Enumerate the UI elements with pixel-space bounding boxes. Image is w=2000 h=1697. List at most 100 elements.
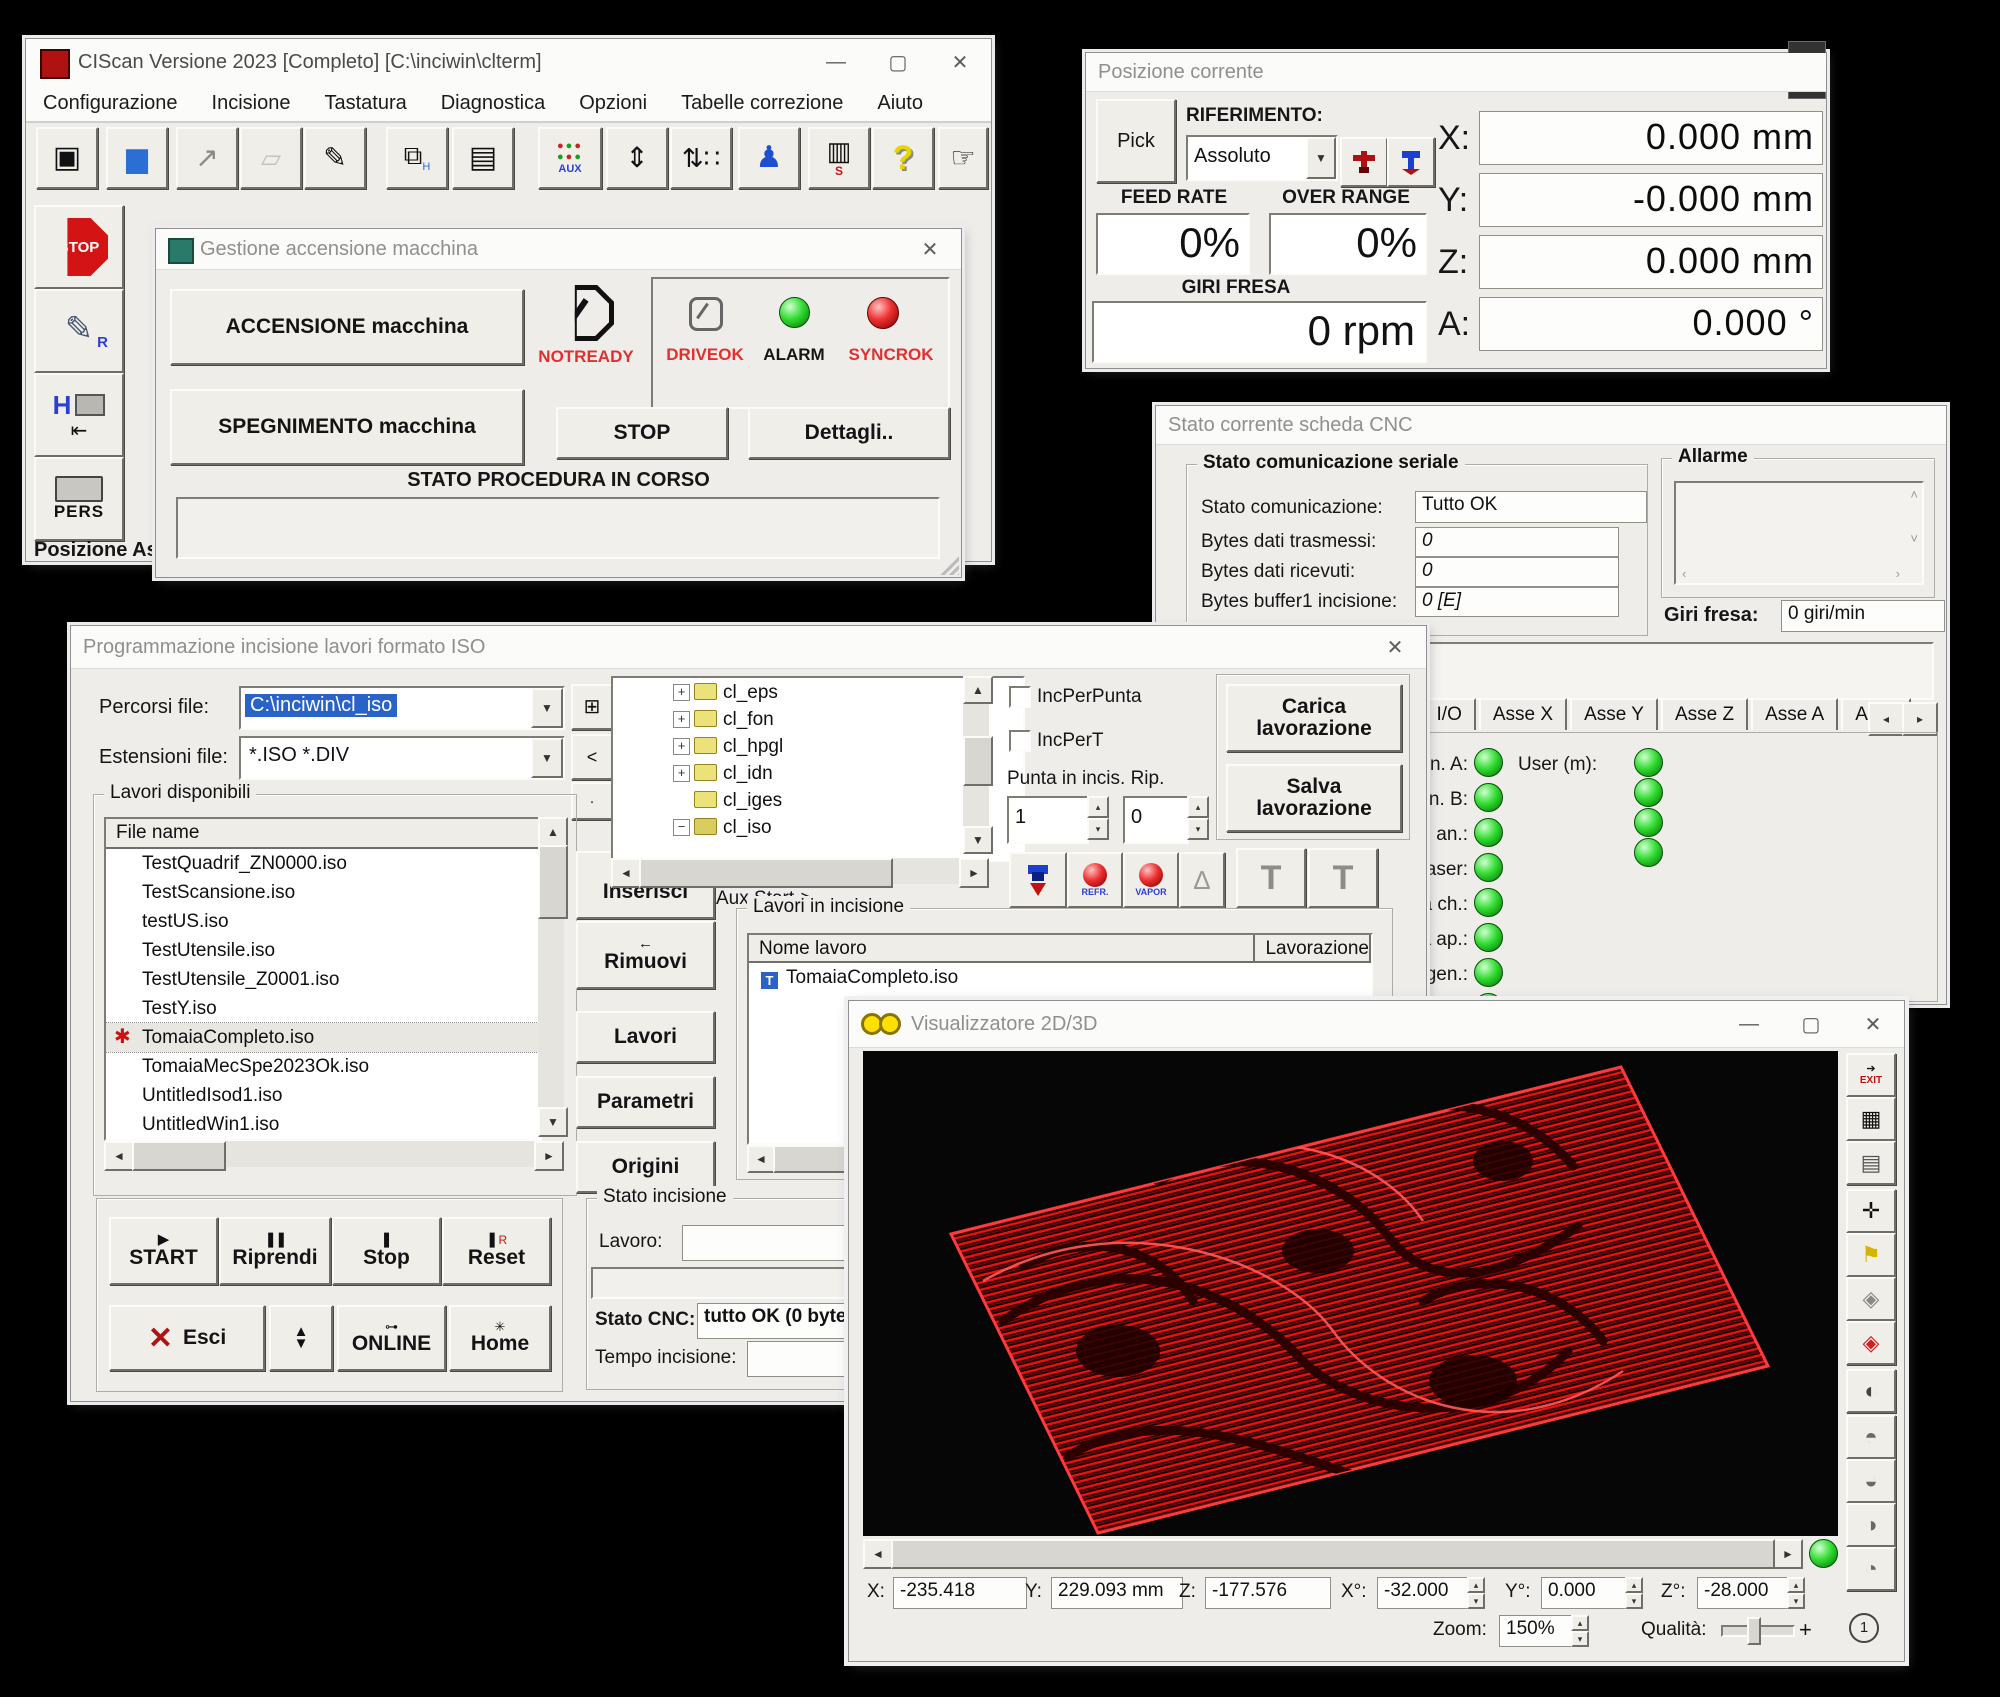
- scroll-up-icon[interactable]: ˄: [1910, 487, 1918, 502]
- percorsi-combo[interactable]: C:\inciwin\cl_iso ▼: [239, 686, 565, 730]
- viewer-save-button[interactable]: ▦: [1846, 1097, 1896, 1141]
- scroll-right-icon[interactable]: ►: [959, 858, 989, 888]
- incpert-checkbox[interactable]: [1009, 730, 1031, 752]
- machine-button[interactable]: ▆: [106, 127, 168, 189]
- scroll-left-icon[interactable]: ◄: [747, 1145, 775, 1173]
- list-item[interactable]: UntitledWin1.iso: [106, 1110, 540, 1139]
- expand-icon[interactable]: +: [673, 738, 690, 755]
- scroll-right-icon[interactable]: ►: [1773, 1539, 1803, 1569]
- spin-up-icon[interactable]: ▴: [1087, 796, 1109, 818]
- scroll-down-icon[interactable]: ˅: [1910, 531, 1918, 546]
- browse-tree-button[interactable]: ⊞: [571, 684, 613, 730]
- menu-aiuto[interactable]: Aiuto: [860, 92, 940, 115]
- archive-button[interactable]: ▤: [452, 127, 514, 189]
- yr-spin[interactable]: ▴▾: [1625, 1577, 1643, 1609]
- viewer-rotate-z-button[interactable]: ◑: [1846, 1503, 1896, 1547]
- list-item[interactable]: testUS.iso: [106, 907, 540, 936]
- tab-asse-x[interactable]: Asse X: [1479, 698, 1567, 730]
- viewer-mesh-red-button[interactable]: ◈: [1846, 1321, 1896, 1365]
- plus-icon[interactable]: +: [1799, 1617, 1812, 1643]
- scroll-right-icon[interactable]: ›: [1896, 566, 1900, 581]
- expand-icon[interactable]: +: [673, 711, 690, 728]
- estensioni-combo[interactable]: *.ISO *.DIV ▼: [239, 736, 565, 780]
- spin-down-icon[interactable]: ▾: [1187, 818, 1209, 840]
- network-button[interactable]: ⧉H: [386, 127, 448, 189]
- viewer-hscroll[interactable]: ◄ ►: [863, 1539, 1803, 1565]
- file-list-header[interactable]: File name: [106, 819, 540, 849]
- close-icon[interactable]: ✕: [1842, 1012, 1904, 1037]
- scroll-thumb[interactable]: [538, 845, 568, 919]
- viewer-print-button[interactable]: ▤: [1846, 1141, 1896, 1185]
- list-item[interactable]: TestUtensile_Z0001.iso: [106, 965, 540, 994]
- save-button[interactable]: ▣: [36, 127, 98, 189]
- rimuovi-button[interactable]: ←Rimuovi: [576, 921, 715, 989]
- list-item[interactable]: TestScansione.iso: [106, 878, 540, 907]
- scroll-up-icon[interactable]: ▲: [963, 676, 993, 704]
- viewer-flag-button[interactable]: ⚑: [1846, 1233, 1896, 1277]
- pick-button[interactable]: Pick: [1096, 99, 1176, 183]
- tab-asse-y[interactable]: Asse Y: [1570, 698, 1658, 730]
- exit-button[interactable]: ➔EXIT: [1846, 1053, 1896, 1097]
- axes-button[interactable]: ↗: [176, 127, 238, 189]
- scroll-left-icon[interactable]: ◄: [611, 858, 641, 888]
- collapse-icon[interactable]: −: [673, 819, 690, 836]
- zr-spin[interactable]: ▴▾: [1787, 1577, 1805, 1609]
- menu-diagnostica[interactable]: Diagnostica: [424, 92, 563, 115]
- menu-tastatura[interactable]: Tastatura: [307, 92, 423, 115]
- collapse-button[interactable]: <: [571, 734, 613, 780]
- tab-scroll-left-icon[interactable]: ◂: [1868, 702, 1904, 736]
- punta-spin-buttons[interactable]: ▴▾: [1087, 796, 1109, 840]
- file-list-hscroll[interactable]: ◄ ►: [104, 1141, 564, 1167]
- job-col-nome[interactable]: Nome lavoro: [749, 935, 1255, 963]
- vapor-button[interactable]: VAPOR: [1123, 852, 1179, 908]
- file-list[interactable]: File name TestQuadrif_ZN0000.iso TestSca…: [104, 817, 542, 1141]
- step-points-button[interactable]: ⇅∷: [670, 127, 732, 189]
- esci-button[interactable]: ✕Esci: [109, 1305, 265, 1371]
- zoom-spin[interactable]: ▴▾: [1571, 1615, 1589, 1647]
- cnc-disabled-button[interactable]: ▱: [240, 127, 302, 189]
- page-badge[interactable]: 1: [1849, 1613, 1879, 1643]
- parametri-button[interactable]: Parametri: [576, 1076, 715, 1128]
- file-list-vscroll[interactable]: ▲ ▼: [538, 817, 564, 1137]
- spegnimento-button[interactable]: SPEGNIMENTO macchina: [170, 389, 524, 465]
- punta-spinner[interactable]: 1: [1007, 796, 1089, 844]
- incperpunta-checkbox[interactable]: [1009, 686, 1031, 708]
- scroll-thumb[interactable]: [891, 1539, 1775, 1569]
- tool-blue-button[interactable]: [1387, 137, 1435, 187]
- list-item-selected[interactable]: ✱TomaiaCompleto.iso: [106, 1023, 540, 1052]
- dot-button[interactable]: ·: [571, 782, 613, 820]
- job-col-lavorazione[interactable]: Lavorazione: [1255, 935, 1371, 963]
- maximize-icon[interactable]: ▢: [1780, 1012, 1842, 1037]
- spindle-down-button[interactable]: [1009, 852, 1067, 908]
- home-plug-button[interactable]: H ⇤: [34, 373, 124, 457]
- tool-red-button[interactable]: [1340, 137, 1388, 187]
- chevron-down-icon[interactable]: ▼: [1306, 137, 1336, 179]
- list-item[interactable]: TestQuadrif_ZN0000.iso: [106, 849, 540, 878]
- viewer-rotate-free-button[interactable]: ◔: [1846, 1547, 1896, 1591]
- menu-tabelle-correzione[interactable]: Tabelle correzione: [664, 92, 860, 115]
- scroll-left-icon[interactable]: ‹: [1682, 566, 1686, 581]
- probe-edit-button[interactable]: ✎: [304, 127, 366, 189]
- carica-lavorazione-button[interactable]: Carica lavorazione: [1226, 684, 1402, 752]
- list-item[interactable]: TestUtensile.iso: [106, 936, 540, 965]
- resize-grip[interactable]: [937, 553, 959, 575]
- viewer-rotate-x-button[interactable]: ◓: [1846, 1415, 1896, 1459]
- maximize-icon[interactable]: ▢: [867, 50, 929, 75]
- joystick-button[interactable]: ♟: [738, 127, 800, 189]
- plug-align-button[interactable]: ⇕: [606, 127, 668, 189]
- tab-scroll-right-icon[interactable]: ▸: [1902, 702, 1938, 736]
- scroll-up-icon[interactable]: ▲: [538, 817, 568, 847]
- list-item[interactable]: TestY.iso: [106, 994, 540, 1023]
- spin-up-icon[interactable]: ▴: [1187, 796, 1209, 818]
- aux-io-button[interactable]: ●●●●●● AUX: [538, 127, 602, 189]
- pers-button[interactable]: PERS: [34, 457, 124, 541]
- accensione-button[interactable]: ACCENSIONE macchina: [170, 289, 524, 365]
- tool-t2-button[interactable]: T: [1308, 848, 1378, 908]
- scroll-right-icon[interactable]: ►: [534, 1141, 564, 1171]
- help-button[interactable]: ?: [872, 127, 934, 189]
- rip-spinner[interactable]: 0: [1123, 796, 1189, 844]
- riprendi-button[interactable]: ❚❚Riprendi: [219, 1217, 331, 1285]
- viewer-pan-button[interactable]: ✛: [1846, 1189, 1896, 1233]
- tab-asse-a[interactable]: Asse A: [1751, 698, 1838, 730]
- qualita-slider-thumb[interactable]: [1747, 1617, 1761, 1645]
